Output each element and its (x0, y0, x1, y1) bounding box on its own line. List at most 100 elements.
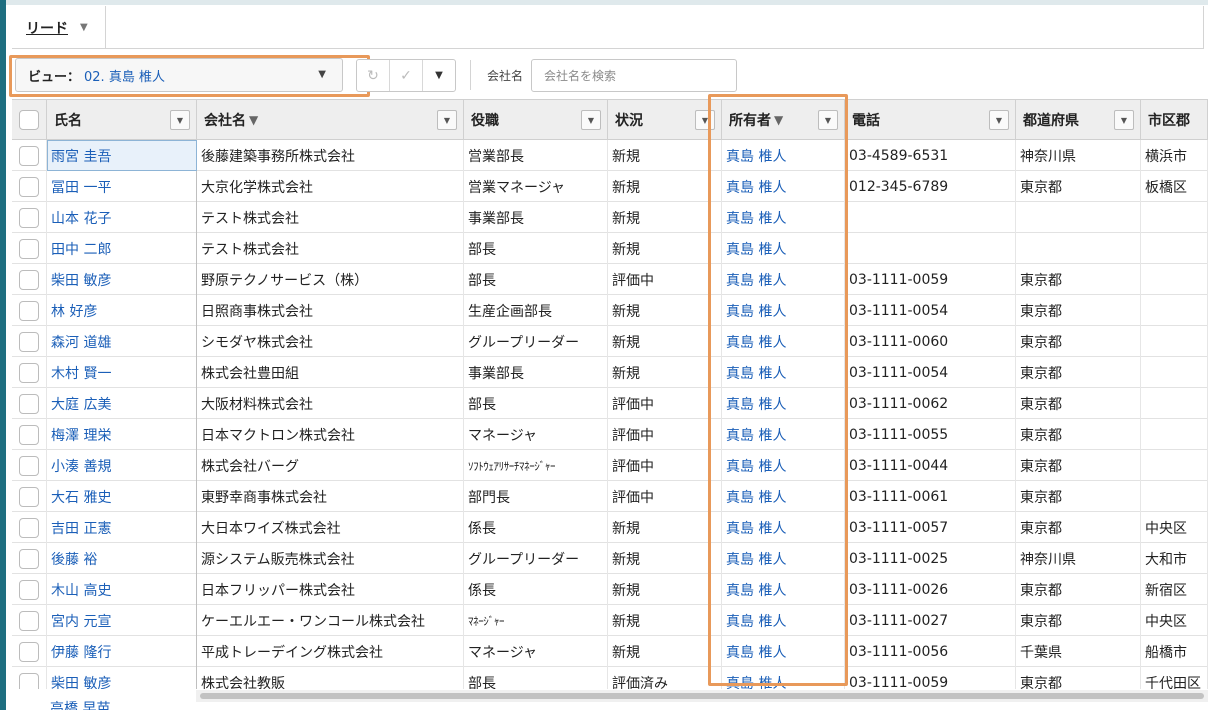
cell-name[interactable]: 大庭 広美 (47, 388, 197, 419)
row-checkbox[interactable] (19, 486, 39, 507)
cell-owner[interactable]: 真島 椎人 (722, 667, 845, 689)
row-checkbox[interactable] (19, 331, 39, 352)
table-row[interactable]: 木山 高史 日本フリッパー株式会社 係長 新規 真島 椎人 03-1111-0026 東京都… (12, 574, 1208, 605)
table-row[interactable]: 宮内 元宣 ケーエルエー・ワンコール株式会社 ﾏﾈｰｼﾞｬｰ 新規 真島 椎人 03-11… (12, 605, 1208, 636)
table-row[interactable]: 梅澤 理栄 日本マクトロン株式会社 マネージャ 評価中 真島 椎人 03-1111-005… (12, 419, 1208, 450)
column-header-status[interactable]: 状況 ▼ (608, 100, 722, 140)
cell-owner[interactable]: 真島 椎人 (722, 574, 845, 605)
select-all-checkbox[interactable] (19, 110, 39, 130)
horizontal-scrollbar-thumb[interactable] (200, 693, 1204, 699)
column-filter-name-button[interactable]: ▼ (170, 110, 190, 130)
cell-owner[interactable]: 真島 椎人 (722, 605, 845, 636)
table-row[interactable]: 林 好彦 日照商事株式会社 生産企画部長 新規 真島 椎人 03-1111-0054 東京都 (12, 295, 1208, 326)
cell-name[interactable]: 田中 二郎 (47, 233, 197, 264)
cell-owner[interactable]: 真島 椎人 (722, 171, 845, 202)
row-checkbox-cell (12, 202, 47, 233)
row-checkbox[interactable] (19, 207, 39, 228)
cell-owner[interactable]: 真島 椎人 (722, 512, 845, 543)
column-header-company[interactable]: 会社名 ▼ ▼ (197, 100, 464, 140)
cell-name[interactable]: 吉田 正憲 (47, 512, 197, 543)
table-row[interactable]: 田中 二郎 テスト株式会社 部長 新規 真島 椎人 (12, 233, 1208, 264)
row-checkbox[interactable] (19, 548, 39, 569)
column-filter-pref-button[interactable]: ▼ (1114, 110, 1134, 130)
cell-phone (845, 233, 1016, 264)
row-checkbox[interactable] (19, 672, 39, 689)
cell-name[interactable]: 木山 高史 (47, 574, 197, 605)
table-row[interactable]: 柴田 敏彦 野原テクノサービス（株） 部長 評価中 真島 椎人 03-1111-0059 東… (12, 264, 1208, 295)
table-row[interactable]: 後藤 裕源システム販売株式会社 グループリーダー 新規 真島 椎人 03-1111-00… (12, 543, 1208, 574)
table-row[interactable]: 冨田 一平 大京化学株式会社 営業マネージャ 新規 真島 椎人 012-345-6789 東… (12, 171, 1208, 202)
column-filter-phone-button[interactable]: ▼ (989, 110, 1009, 130)
cell-owner[interactable]: 真島 椎人 (722, 140, 845, 171)
refresh-button[interactable]: ↻ (357, 60, 390, 91)
cell-owner[interactable]: 真島 椎人 (722, 450, 845, 481)
cell-name[interactable]: 冨田 一平 (47, 171, 197, 202)
table-row[interactable]: 吉田 正憲 大日本ワイズ株式会社 係長 新規 真島 椎人 03-1111-0057 東京都中… (12, 512, 1208, 543)
cell-owner[interactable]: 真島 椎人 (722, 481, 845, 512)
cell-name[interactable]: 小湊 善規 (47, 450, 197, 481)
cell-owner[interactable]: 真島 椎人 (722, 636, 845, 667)
column-filter-status-button[interactable]: ▼ (695, 110, 715, 130)
cell-name[interactable]: 宮内 元宣 (47, 605, 197, 636)
column-header-phone[interactable]: 電話 ▼ (845, 100, 1016, 140)
column-header-pref[interactable]: 都道府県 ▼ (1016, 100, 1141, 140)
cutoff-row-name[interactable]: 高橋 早苗 (50, 700, 191, 710)
row-checkbox[interactable] (19, 145, 39, 166)
cell-name[interactable]: 柴田 敏彦 (47, 264, 197, 295)
cell-owner[interactable]: 真島 椎人 (722, 419, 845, 450)
cell-name[interactable]: 後藤 裕 (47, 543, 197, 574)
row-checkbox[interactable] (19, 610, 39, 631)
table-row[interactable]: 小湊 善規 株式会社バーグ ｿﾌﾄｳｪｱﾘｻｰﾁﾏﾈｰｼﾞｬｰ 評価中 真島 椎人 03-… (12, 450, 1208, 481)
table-row[interactable]: 柴田 敏彦 株式会社教販 部長 評価済み 真島 椎人 03-1111-0059 東京都 千代田… (12, 667, 1208, 689)
row-checkbox[interactable] (19, 424, 39, 445)
table-row[interactable]: 山本 花子 テスト株式会社 事業部長 新規 真島 椎人 (12, 202, 1208, 233)
cell-name[interactable]: 柴田 敏彦 (47, 667, 197, 689)
cell-owner[interactable]: 真島 椎人 (722, 202, 845, 233)
column-filter-title-button[interactable]: ▼ (581, 110, 601, 130)
row-checkbox[interactable] (19, 393, 39, 414)
row-checkbox[interactable] (19, 641, 39, 662)
column-header-owner[interactable]: 所有者 ▼ ▼ (722, 100, 845, 140)
cell-name[interactable]: 伊藤 隆行 (47, 636, 197, 667)
cell-name[interactable]: 梅澤 理栄 (47, 419, 197, 450)
table-row[interactable]: 伊藤 隆行 平成トレーデイング株式会社 マネージャ 新規 真島 椎人 03-1111-00… (12, 636, 1208, 667)
cell-owner[interactable]: 真島 椎人 (722, 388, 845, 419)
cell-owner[interactable]: 真島 椎人 (722, 326, 845, 357)
more-actions-button[interactable]: ▼ (423, 60, 455, 91)
cell-name[interactable]: 木村 賢一 (47, 357, 197, 388)
cell-name[interactable]: 林 好彦 (47, 295, 197, 326)
row-checkbox[interactable] (19, 517, 39, 538)
table-row[interactable]: 大石 雅史 東野幸商事株式会社 部門長 評価中 真島 椎人 03-1111-0061 東京都 (12, 481, 1208, 512)
table-row[interactable]: 大庭 広美 大阪材料株式会社 部長 評価中 真島 椎人 03-1111-0062 東京都 (12, 388, 1208, 419)
row-checkbox[interactable] (19, 362, 39, 383)
tab-leads[interactable]: リード ▼ (12, 6, 106, 49)
cell-title: 部長 (464, 667, 608, 689)
row-checkbox[interactable] (19, 579, 39, 600)
row-checkbox[interactable] (19, 455, 39, 476)
list-view-select[interactable]: ビュー： 02. 真島 椎人 ▼ (15, 58, 343, 92)
column-filter-owner-button[interactable]: ▼ (818, 110, 838, 130)
column-filter-company-button[interactable]: ▼ (437, 110, 457, 130)
column-header-city[interactable]: 市区郡 (1141, 100, 1208, 140)
cell-owner[interactable]: 真島 椎人 (722, 357, 845, 388)
cell-owner[interactable]: 真島 椎人 (722, 543, 845, 574)
table-row[interactable]: 木村 賢一 株式会社豊田組 事業部長 新規 真島 椎人 03-1111-0054 東京都 (12, 357, 1208, 388)
row-checkbox[interactable] (19, 300, 39, 321)
cell-name[interactable]: 雨宮 圭吾 (47, 140, 197, 171)
chevron-down-icon[interactable]: ▼ (80, 22, 88, 33)
cell-owner[interactable]: 真島 椎人 (722, 233, 845, 264)
column-header-title[interactable]: 役職 ▼ (464, 100, 608, 140)
cell-owner[interactable]: 真島 椎人 (722, 264, 845, 295)
cell-name[interactable]: 森河 道雄 (47, 326, 197, 357)
cell-name[interactable]: 大石 雅史 (47, 481, 197, 512)
cell-owner[interactable]: 真島 椎人 (722, 295, 845, 326)
company-search-input[interactable] (531, 59, 737, 92)
row-checkbox[interactable] (19, 238, 39, 259)
save-edits-button[interactable]: ✓ (390, 60, 423, 91)
cell-name[interactable]: 山本 花子 (47, 202, 197, 233)
column-header-name[interactable]: 氏名 ▼ (47, 100, 197, 140)
table-row[interactable]: 森河 道雄 シモダヤ株式会社 グループリーダー 新規 真島 椎人 03-1111-0060… (12, 326, 1208, 357)
row-checkbox[interactable] (19, 176, 39, 197)
row-checkbox[interactable] (19, 269, 39, 290)
table-row[interactable]: 雨宮 圭吾 後藤建築事務所株式会社 営業部長 新規 真島 椎人 03-4589-6531 神… (12, 140, 1208, 171)
